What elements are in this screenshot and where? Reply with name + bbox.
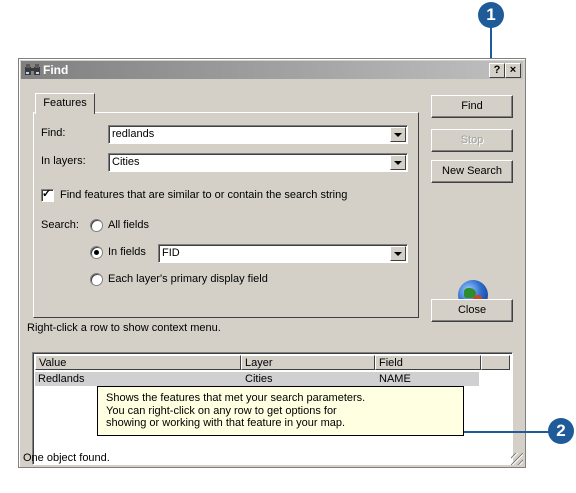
context-hint: Right-click a row to show context menu.: [27, 322, 221, 334]
tab-features[interactable]: Features: [35, 93, 95, 114]
all-fields-label: All fields: [108, 219, 149, 231]
stop-button[interactable]: Stop: [431, 129, 513, 152]
column-field-label: Field: [379, 357, 403, 369]
features-panel: Find: redlands In layers: Cities ✓ Find …: [33, 112, 419, 318]
callout-2: 2: [548, 418, 574, 444]
resize-grip[interactable]: [511, 453, 523, 465]
column-header-empty: [481, 355, 510, 370]
find-label: Find:: [41, 127, 66, 139]
find-value: redlands: [112, 128, 155, 140]
column-layer-label: Layer: [245, 357, 273, 369]
chevron-down-icon[interactable]: [390, 155, 406, 170]
new-search-button[interactable]: New Search: [431, 160, 513, 183]
column-value-label: Value: [39, 357, 67, 369]
find-button-label: Find: [461, 100, 483, 112]
radio-all-fields[interactable]: [90, 219, 103, 232]
in-fields-label: In fields: [108, 246, 146, 258]
help-icon[interactable]: ?: [489, 63, 505, 78]
close-button[interactable]: Close: [431, 299, 513, 322]
checkmark-icon: ✓: [42, 188, 52, 200]
callout-2-line: [464, 431, 550, 433]
similar-label: Find features that are similar to or con…: [60, 189, 348, 201]
primary-field-label: Each layer's primary display field: [108, 273, 268, 285]
column-header-field[interactable]: Field: [375, 355, 481, 370]
status-text: One object found.: [23, 452, 110, 464]
new-search-button-label: New Search: [442, 165, 502, 177]
title-bar[interactable]: Find ? ×: [21, 61, 523, 79]
stop-button-label: Stop: [460, 134, 484, 146]
in-fields-combo[interactable]: FID: [158, 244, 408, 263]
find-combo[interactable]: redlands: [108, 125, 408, 144]
close-icon[interactable]: ×: [505, 63, 521, 78]
cell-field: NAME: [379, 373, 411, 385]
results-tooltip: Shows the features that met your search …: [97, 386, 464, 436]
tab-features-label: Features: [43, 97, 87, 109]
in-fields-value: FID: [162, 247, 180, 259]
chevron-down-icon[interactable]: [390, 127, 406, 142]
layers-label: In layers:: [41, 155, 86, 167]
cell-layer: Cities: [245, 373, 273, 385]
column-header-layer[interactable]: Layer: [241, 355, 375, 370]
tooltip-line-1: Shows the features that met your search …: [106, 392, 366, 404]
find-button[interactable]: Find: [431, 95, 513, 118]
cell-value: Redlands: [38, 373, 85, 385]
radio-primary-field[interactable]: [90, 273, 103, 286]
layers-combo[interactable]: Cities: [108, 153, 408, 172]
tooltip-line-3: showing or working with that feature in …: [106, 417, 346, 429]
chevron-down-icon[interactable]: [390, 246, 406, 261]
column-header-value[interactable]: Value: [35, 355, 241, 370]
window-title: Find: [43, 63, 69, 77]
radio-in-fields[interactable]: [90, 246, 103, 259]
search-label: Search:: [41, 219, 79, 231]
close-button-label: Close: [457, 304, 487, 316]
layers-value: Cities: [112, 156, 140, 168]
table-row[interactable]: Redlands Cities NAME: [35, 372, 479, 386]
binoculars-icon: [25, 64, 40, 75]
tooltip-line-2: You can right-click on any row to get op…: [106, 404, 337, 417]
similar-checkbox[interactable]: ✓: [41, 188, 54, 202]
callout-1: 1: [478, 2, 504, 28]
